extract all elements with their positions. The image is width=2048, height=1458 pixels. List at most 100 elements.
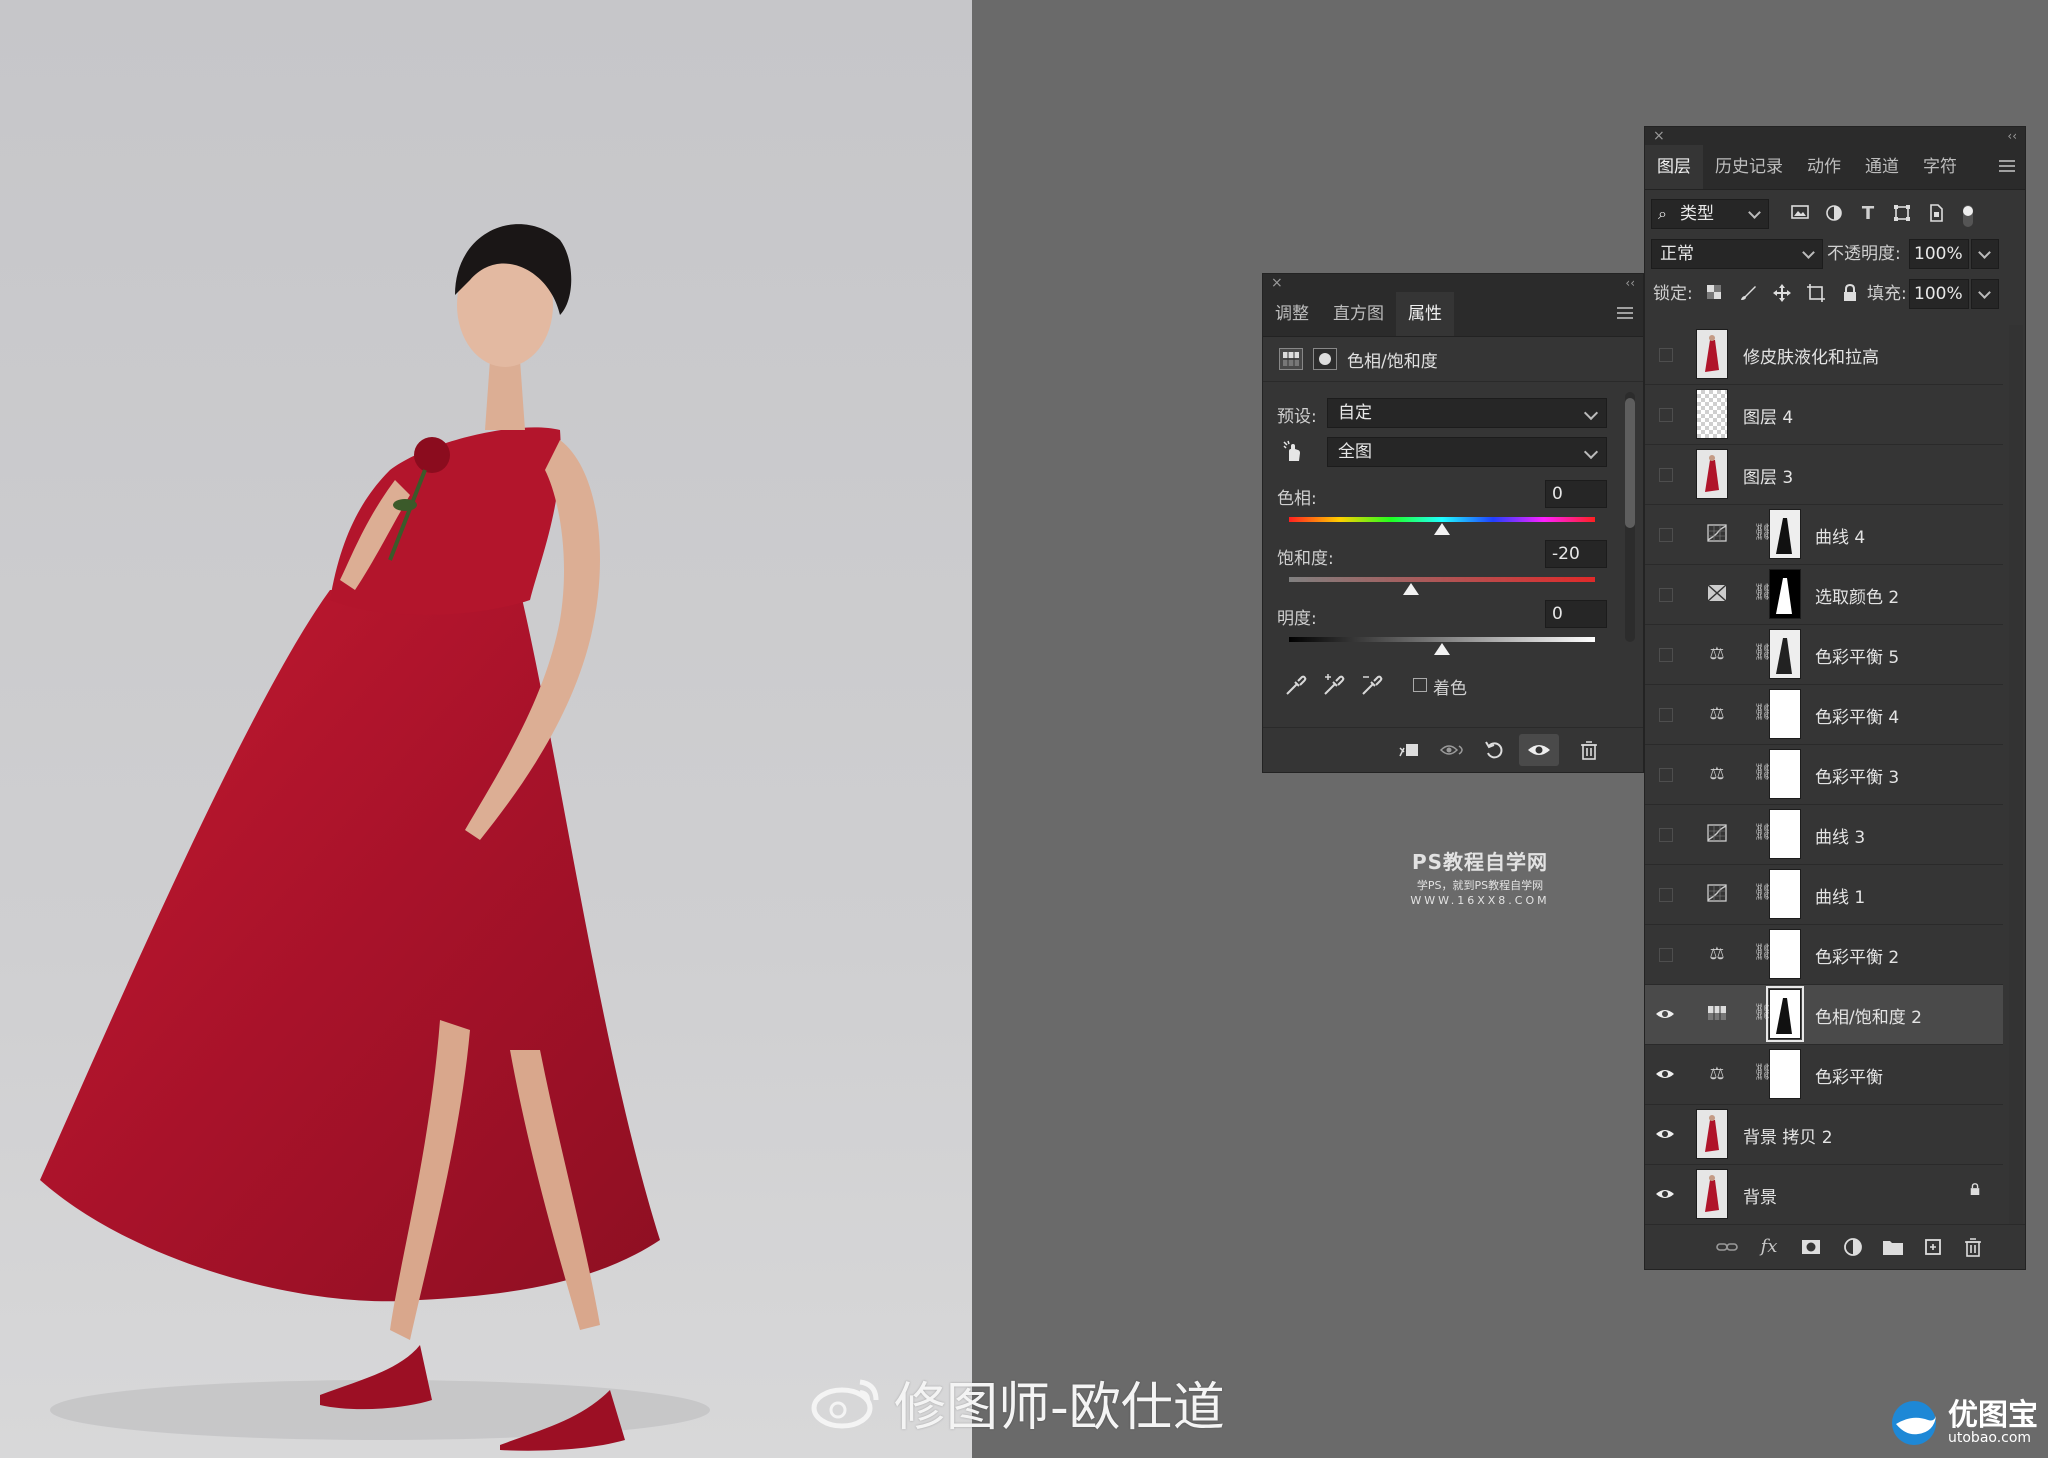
close-icon[interactable]: ×: [1653, 128, 1665, 144]
visibility-toggle[interactable]: [1659, 468, 1673, 482]
eye-icon[interactable]: [1655, 1124, 1675, 1144]
layer-row[interactable]: 背景: [1645, 1165, 2003, 1225]
new-layer-icon[interactable]: [1921, 1235, 1945, 1259]
layer-row[interactable]: ⚖ ⛓ 色彩平衡 4: [1645, 685, 2003, 745]
tab-layers[interactable]: 图层: [1645, 145, 1703, 189]
saturation-slider-track[interactable]: [1289, 577, 1595, 582]
opacity-input[interactable]: 100%: [1909, 239, 1969, 269]
eyedropper-icon[interactable]: [1283, 672, 1309, 702]
filter-smart-object-icon[interactable]: [1925, 203, 1947, 225]
layer-row[interactable]: ⚖ ⛓ 色彩平衡 5: [1645, 625, 2003, 685]
view-previous-icon[interactable]: [1439, 738, 1463, 762]
layer-mask-thumbnail[interactable]: [1769, 689, 1801, 739]
visibility-toggle[interactable]: [1659, 828, 1673, 842]
eyedropper-plus-icon[interactable]: [1321, 672, 1347, 702]
target-adjust-hand-icon[interactable]: [1281, 440, 1305, 464]
reset-icon[interactable]: [1483, 738, 1507, 762]
colorize-checkbox[interactable]: [1413, 678, 1427, 692]
visibility-toggle[interactable]: [1659, 528, 1673, 542]
layers-scrollbar[interactable]: [2009, 325, 2023, 1225]
panel-menu-icon[interactable]: [1617, 304, 1633, 320]
opacity-dropdown[interactable]: [1971, 239, 1999, 269]
adjustment-icon[interactable]: [1279, 348, 1303, 370]
filter-pixel-icon[interactable]: [1789, 203, 1811, 225]
delete-layer-icon[interactable]: [1961, 1235, 1985, 1259]
filter-shape-icon[interactable]: [1891, 203, 1913, 225]
layer-mask-thumbnail[interactable]: [1769, 509, 1801, 559]
fx-icon[interactable]: fx: [1757, 1235, 1781, 1259]
saturation-slider-thumb[interactable]: [1403, 583, 1420, 595]
layer-row[interactable]: 背景 拷贝 2: [1645, 1105, 2003, 1165]
collapse-icon[interactable]: ‹‹: [1625, 275, 1635, 291]
lightness-slider-thumb[interactable]: [1434, 643, 1450, 655]
visibility-toggle[interactable]: [1659, 648, 1673, 662]
tab-histogram[interactable]: 直方图: [1321, 292, 1396, 336]
visibility-toggle[interactable]: [1659, 708, 1673, 722]
panel-menu-icon[interactable]: [1999, 157, 2015, 173]
mask-icon[interactable]: [1313, 348, 1337, 370]
visibility-toggle[interactable]: [1659, 588, 1673, 602]
collapse-icon[interactable]: ‹‹: [2007, 128, 2017, 144]
layer-mask-thumbnail[interactable]: [1769, 869, 1801, 919]
layer-mask-thumbnail[interactable]: [1769, 1049, 1801, 1099]
filter-type-icon[interactable]: T: [1857, 203, 1879, 225]
eyedropper-minus-icon[interactable]: [1359, 672, 1385, 702]
blend-mode-select[interactable]: 正常: [1651, 239, 1823, 269]
layer-mask-thumbnail[interactable]: [1766, 986, 1804, 1042]
lock-all-icon[interactable]: [1839, 283, 1861, 305]
channel-select[interactable]: 全图: [1327, 437, 1607, 467]
eye-icon[interactable]: [1655, 1004, 1675, 1024]
layer-row[interactable]: ⚖ ⛓ 色彩平衡: [1645, 1045, 2003, 1105]
lock-brush-icon[interactable]: [1737, 283, 1759, 305]
link-layers-icon[interactable]: [1715, 1235, 1739, 1259]
layer-mask-thumbnail[interactable]: [1769, 629, 1801, 679]
hue-slider-thumb[interactable]: [1434, 523, 1450, 535]
properties-scrollbar[interactable]: [1625, 392, 1635, 642]
visibility-toggle[interactable]: [1659, 768, 1673, 782]
visibility-eye-icon[interactable]: [1519, 734, 1559, 766]
layer-mask-thumbnail[interactable]: [1769, 929, 1801, 979]
layer-mask-thumbnail[interactable]: [1769, 749, 1801, 799]
visibility-toggle[interactable]: [1659, 888, 1673, 902]
eye-icon[interactable]: [1655, 1064, 1675, 1084]
tab-properties[interactable]: 属性: [1396, 292, 1454, 336]
filter-kind-select[interactable]: ⌕ 类型: [1651, 199, 1769, 229]
saturation-input[interactable]: -20: [1545, 540, 1607, 568]
tab-channels[interactable]: 通道: [1853, 145, 1911, 189]
filter-toggle-icon[interactable]: [1957, 203, 1979, 227]
lock-move-icon[interactable]: [1771, 283, 1793, 305]
layer-mask-thumbnail[interactable]: [1769, 569, 1801, 619]
fill-dropdown[interactable]: [1971, 279, 1999, 309]
layer-mask-thumbnail[interactable]: [1769, 809, 1801, 859]
layer-row[interactable]: ⛓ 选取颜色 2: [1645, 565, 2003, 625]
hue-slider-track[interactable]: [1289, 517, 1595, 522]
layer-row[interactable]: 修皮肤液化和拉高: [1645, 325, 2003, 385]
clip-to-layer-icon[interactable]: [1397, 738, 1421, 762]
layer-row[interactable]: ⛓ 曲线 4: [1645, 505, 2003, 565]
tab-actions[interactable]: 动作: [1795, 145, 1853, 189]
hue-input[interactable]: 0: [1545, 480, 1607, 508]
close-icon[interactable]: ×: [1271, 275, 1283, 291]
layer-row[interactable]: 图层 4: [1645, 385, 2003, 445]
preset-select[interactable]: 自定: [1327, 398, 1607, 428]
lock-artboard-icon[interactable]: [1805, 283, 1827, 305]
eye-icon[interactable]: [1655, 1184, 1675, 1204]
delete-icon[interactable]: [1577, 738, 1601, 762]
canvas-photo[interactable]: [0, 0, 972, 1458]
layer-row[interactable]: ⚖ ⛓ 色彩平衡 3: [1645, 745, 2003, 805]
layer-row[interactable]: 图层 3: [1645, 445, 2003, 505]
tab-character[interactable]: 字符: [1911, 145, 1969, 189]
lock-transparent-icon[interactable]: [1703, 283, 1725, 305]
layer-row[interactable]: ⚖ ⛓ 色彩平衡 2: [1645, 925, 2003, 985]
new-group-icon[interactable]: [1881, 1235, 1905, 1259]
visibility-toggle[interactable]: [1659, 348, 1673, 362]
new-adjustment-icon[interactable]: [1841, 1235, 1865, 1259]
tab-history[interactable]: 历史记录: [1703, 145, 1795, 189]
visibility-toggle[interactable]: [1659, 408, 1673, 422]
layer-row[interactable]: ⛓ 曲线 1: [1645, 865, 2003, 925]
layer-row-selected[interactable]: ⛓ 色相/饱和度 2: [1645, 985, 2003, 1045]
fill-input[interactable]: 100%: [1909, 279, 1969, 309]
filter-adjustment-icon[interactable]: [1823, 203, 1845, 225]
lightness-slider-track[interactable]: [1289, 637, 1595, 642]
layer-row[interactable]: ⛓ 曲线 3: [1645, 805, 2003, 865]
